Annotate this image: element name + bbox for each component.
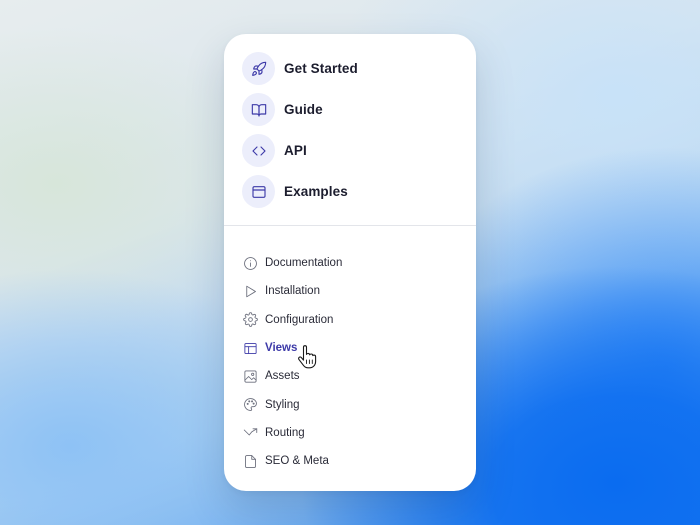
nav-label: Styling [265,398,300,411]
palette-icon [243,397,258,412]
nav-item-get-started[interactable]: Get Started [242,52,458,85]
nav-label: Guide [284,102,323,117]
nav-label: Views [265,342,298,355]
nav-item-routing[interactable]: Routing [243,419,457,447]
nav-item-configuration[interactable]: Configuration [243,306,457,334]
nav-item-installation[interactable]: Installation [243,277,457,305]
primary-nav: Get Started Guide API Examples [242,52,458,216]
trend-arrow-icon [243,425,258,440]
nav-label: Configuration [265,313,334,326]
nav-item-views[interactable]: Views [243,334,457,362]
nav-item-documentation[interactable]: Documentation [243,249,457,277]
nav-label: Documentation [265,257,343,270]
nav-label: SEO & Meta [265,455,329,468]
nav-item-guide[interactable]: Guide [242,93,458,126]
nav-label: Get Started [284,61,358,76]
navigation-menu-panel: Get Started Guide API Examples Documenta… [224,34,476,491]
nav-item-styling[interactable]: Styling [243,390,457,418]
nav-item-seo-meta[interactable]: SEO & Meta [243,447,457,475]
play-icon [243,284,258,299]
info-icon [243,256,258,271]
rocket-icon [242,52,275,85]
nav-label: Examples [284,184,348,199]
file-icon [243,454,258,469]
nav-label: Installation [265,285,320,298]
book-icon [242,93,275,126]
layout-icon [243,341,258,356]
nav-label: Routing [265,426,305,439]
image-icon [243,369,258,384]
secondary-nav: Documentation Installation Configuration [243,249,457,475]
nav-item-api[interactable]: API [242,134,458,167]
nav-item-examples[interactable]: Examples [242,175,458,208]
nav-item-assets[interactable]: Assets [243,362,457,390]
code-icon [242,134,275,167]
nav-label: Assets [265,370,300,383]
window-icon [242,175,275,208]
gear-icon [243,312,258,327]
nav-label: API [284,143,307,158]
menu-divider [224,225,476,226]
